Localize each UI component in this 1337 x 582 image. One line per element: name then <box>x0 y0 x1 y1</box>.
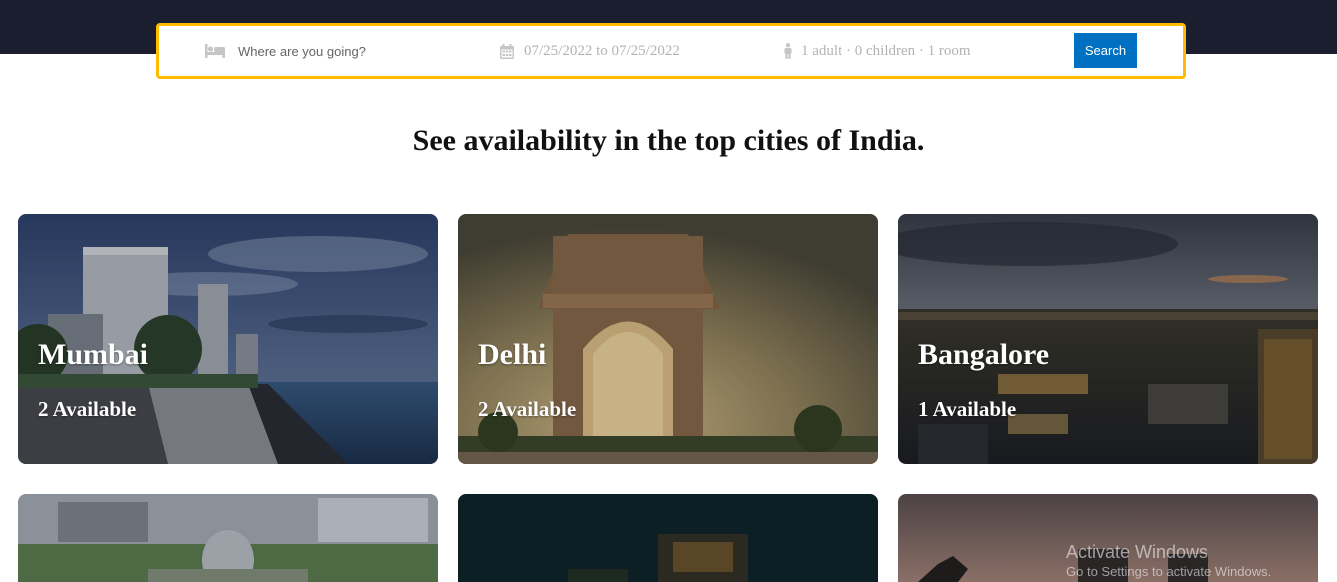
watermark-subtitle: Go to Settings to activate Windows. <box>1066 564 1272 579</box>
page-heading: See availability in the top cities of In… <box>412 124 925 157</box>
guests-rooms-text: 1 adult · 0 children · 1 room <box>801 42 971 59</box>
availability-count: 2 Available <box>478 397 577 421</box>
city-card[interactable] <box>458 494 878 582</box>
date-range-field[interactable]: 07/25/2022 to 07/25/2022 <box>500 26 680 76</box>
calendar-icon <box>500 43 514 59</box>
city-name: Mumbai <box>38 338 149 371</box>
search-button[interactable]: Search <box>1074 33 1137 68</box>
guests-rooms-field[interactable]: 1 adult · 0 children · 1 room <box>783 26 971 76</box>
city-photo <box>458 494 878 582</box>
availability-count: 2 Available <box>38 397 137 421</box>
city-name: Bangalore <box>918 338 1050 371</box>
destination-field[interactable] <box>205 26 465 76</box>
city-card-delhi[interactable]: Delhi 2 Available <box>458 214 878 464</box>
date-range-text: 07/25/2022 to 07/25/2022 <box>524 42 680 59</box>
bed-icon <box>205 44 225 58</box>
city-card[interactable] <box>18 494 438 582</box>
city-card-mumbai[interactable]: Mumbai 2 Available <box>18 214 438 464</box>
watermark-title: Activate Windows <box>1066 542 1209 562</box>
destination-input[interactable] <box>238 43 448 59</box>
availability-count: 1 Available <box>918 397 1017 421</box>
city-name: Delhi <box>478 338 547 371</box>
activate-windows-watermark: Activate Windows Go to Settings to activ… <box>1066 541 1271 581</box>
city-card-bangalore[interactable]: Bangalore 1 Available <box>898 214 1318 464</box>
person-icon <box>783 43 793 59</box>
search-bar: 07/25/2022 to 07/25/2022 1 adult · 0 chi… <box>156 23 1186 79</box>
city-photo <box>18 494 438 582</box>
